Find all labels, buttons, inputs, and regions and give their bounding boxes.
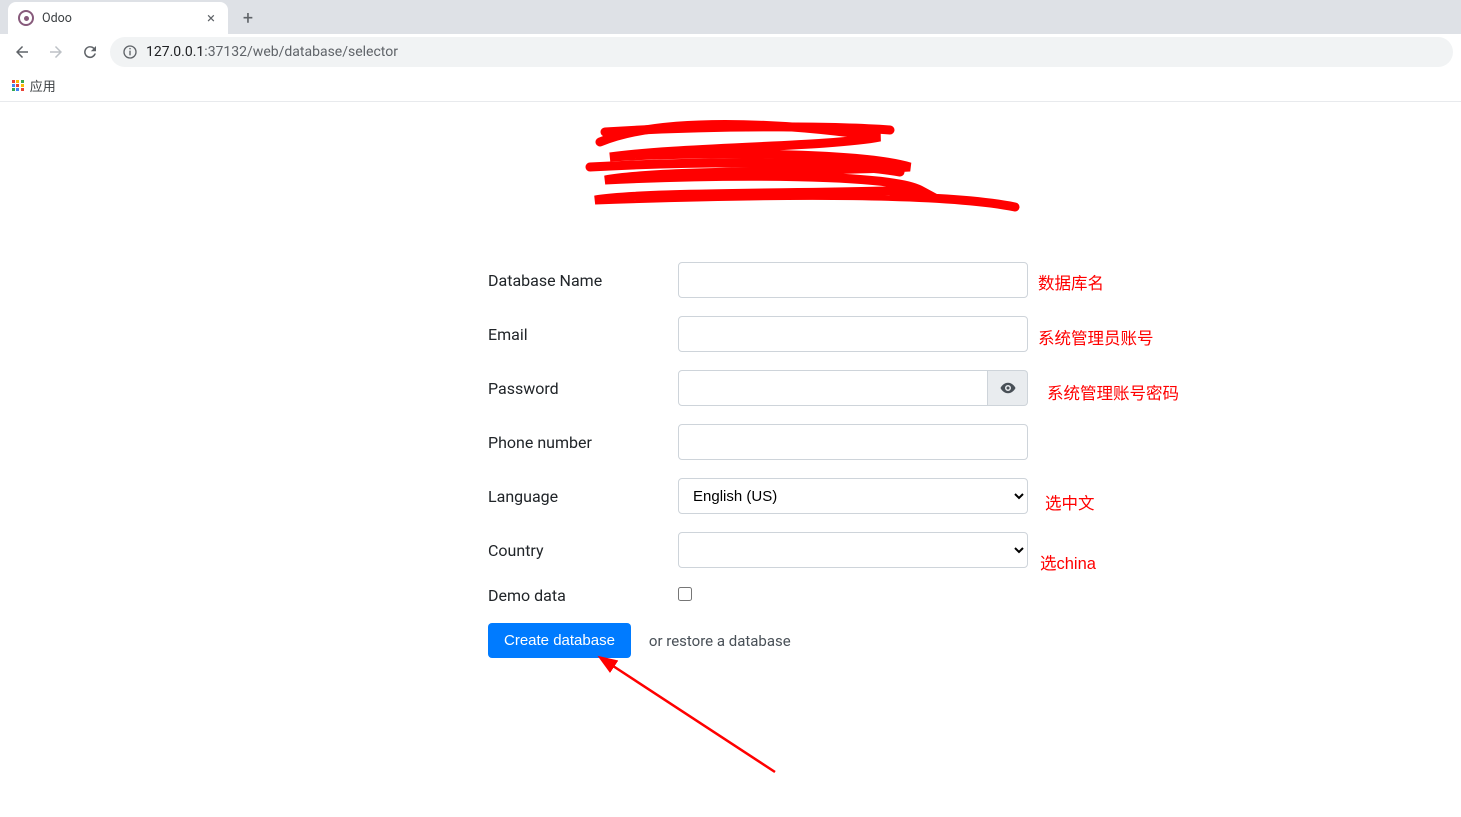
create-database-button[interactable]: Create database: [488, 623, 631, 658]
password-label: Password: [488, 379, 678, 398]
url-text: 127.0.0.1:37132/web/database/selector: [146, 44, 398, 60]
phone-input[interactable]: [678, 424, 1028, 460]
annotation-email: 系统管理员账号: [1038, 325, 1154, 349]
annotation-password: 系统管理账号密码: [1047, 380, 1179, 404]
email-input[interactable]: [678, 316, 1028, 352]
page-content: Database Name Email Password Phone numbe…: [0, 102, 1461, 658]
back-button[interactable]: [8, 38, 36, 66]
annotation-language: 选中文: [1045, 490, 1095, 514]
apps-icon[interactable]: [12, 80, 24, 92]
redaction-scribble: [580, 112, 1030, 232]
annotation-country: 选china: [1040, 550, 1096, 574]
annotation-db-name: 数据库名: [1038, 270, 1104, 294]
arrow-left-icon: [13, 43, 31, 61]
country-label: Country: [488, 541, 678, 560]
password-input[interactable]: [678, 370, 988, 406]
bookmark-apps-label[interactable]: 应用: [30, 76, 56, 95]
bookmark-bar: 应用: [0, 70, 1461, 102]
tab-favicon-odoo-icon: [18, 10, 34, 26]
browser-tab[interactable]: Odoo ×: [8, 2, 228, 34]
tab-title: Odoo: [42, 11, 72, 26]
toggle-password-visibility[interactable]: [988, 370, 1028, 406]
create-database-form: Database Name Email Password Phone numbe…: [488, 262, 1028, 658]
address-bar: 127.0.0.1:37132/web/database/selector: [0, 34, 1461, 70]
annotation-arrow: [595, 652, 795, 782]
browser-chrome: Odoo × + 127.0.0.1:37132/web/database/se…: [0, 0, 1461, 102]
reload-button[interactable]: [76, 38, 104, 66]
url-box[interactable]: 127.0.0.1:37132/web/database/selector: [110, 37, 1453, 67]
country-select[interactable]: [678, 532, 1028, 568]
demo-data-checkbox[interactable]: [678, 587, 692, 601]
arrow-right-icon: [47, 43, 65, 61]
email-label: Email: [488, 325, 678, 344]
forward-button[interactable]: [42, 38, 70, 66]
language-label: Language: [488, 487, 678, 506]
reload-icon: [81, 43, 99, 61]
language-select[interactable]: English (US): [678, 478, 1028, 514]
phone-label: Phone number: [488, 433, 678, 452]
database-name-label: Database Name: [488, 271, 678, 290]
eye-icon: [999, 379, 1017, 397]
demo-data-label: Demo data: [488, 586, 678, 605]
restore-database-link[interactable]: or restore a database: [649, 632, 791, 650]
tab-strip: Odoo × +: [0, 0, 1461, 34]
close-tab-icon[interactable]: ×: [204, 9, 218, 27]
database-name-input[interactable]: [678, 262, 1028, 298]
site-info-icon[interactable]: [122, 44, 138, 60]
new-tab-button[interactable]: +: [234, 4, 262, 32]
